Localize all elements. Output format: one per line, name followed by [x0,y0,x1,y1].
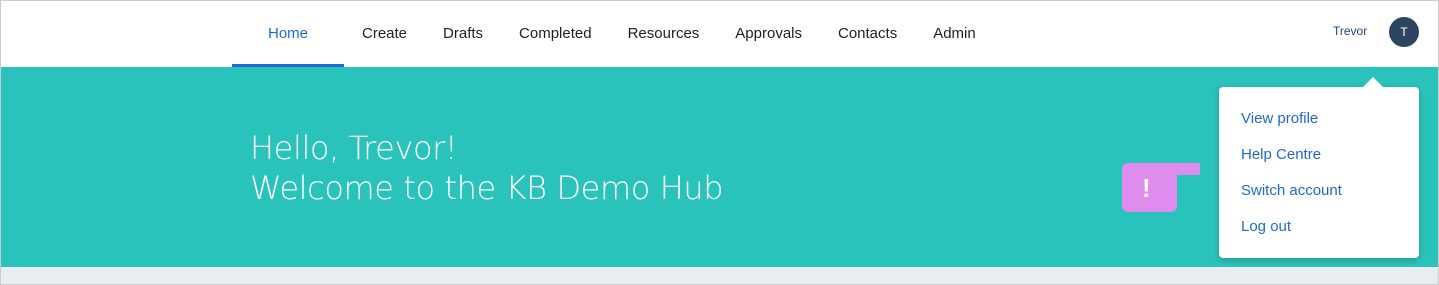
nav-item-contacts[interactable]: Contacts [820,0,915,67]
nav-item-completed[interactable]: Completed [501,0,610,67]
nav-item-approvals[interactable]: Approvals [717,0,820,67]
content-area-top [0,267,1439,285]
nav-item-home[interactable]: Home [232,0,344,67]
menu-item-help-centre[interactable]: Help Centre [1241,146,1321,163]
nav-item-drafts[interactable]: Drafts [425,0,501,67]
notice-tab[interactable]: ! [1122,163,1200,212]
welcome-heading: Welcome to the KB Demo Hub [250,169,724,207]
exclamation-icon: ! [1142,173,1151,203]
greeting-heading: Hello, Trevor! [250,129,458,167]
nav-item-create[interactable]: Create [344,0,425,67]
nav-item-resources[interactable]: Resources [610,0,718,67]
menu-item-switch-account[interactable]: Switch account [1241,182,1342,199]
menu-caret [1362,77,1384,88]
menu-item-log-out[interactable]: Log out [1241,218,1291,235]
nav-item-admin[interactable]: Admin [915,0,994,67]
menu-item-view-profile[interactable]: View profile [1241,110,1318,127]
profile-dropdown-menu: View profile Help Centre Switch account … [1219,87,1419,258]
top-navigation-bar: Home Create Drafts Completed Resources A… [0,0,1439,67]
main-nav: Home Create Drafts Completed Resources A… [232,0,994,67]
user-name-link[interactable]: Trevor [1333,24,1367,38]
user-avatar-icon[interactable]: T [1389,17,1419,47]
